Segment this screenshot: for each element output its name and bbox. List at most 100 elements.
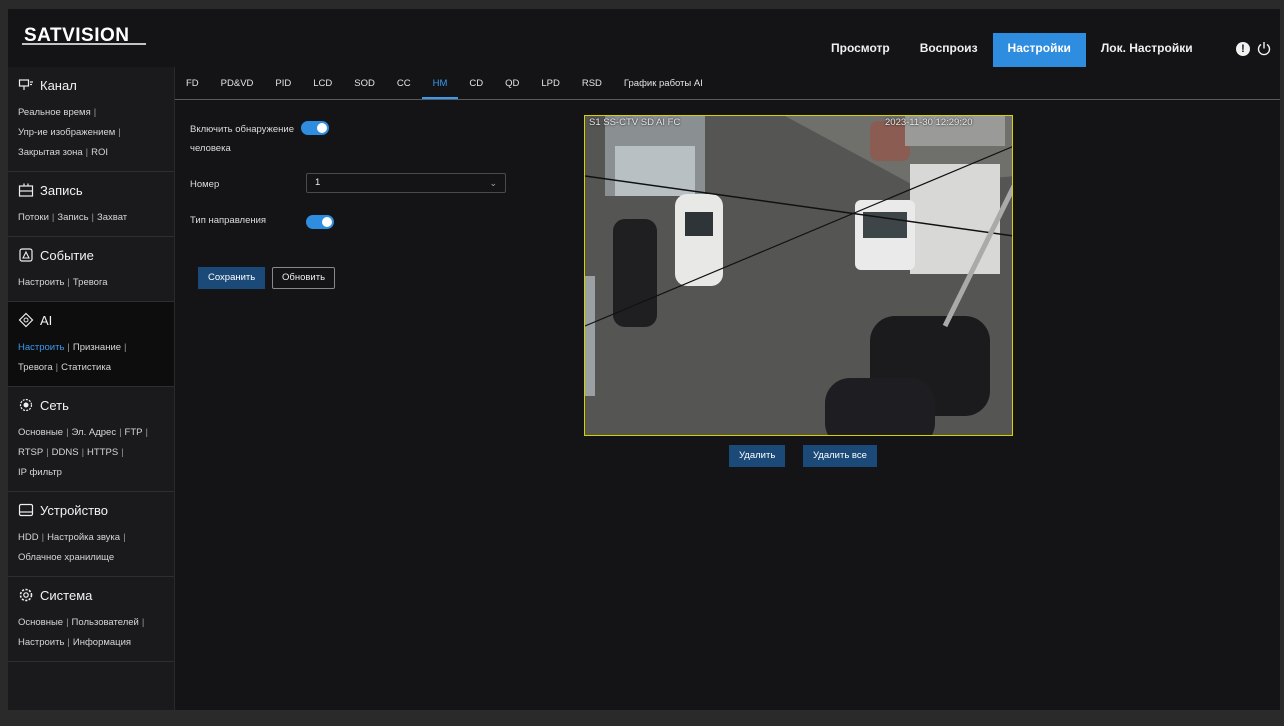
sidebar-links-ai: Настроить | Признание | Тревога | Статистика bbox=[18, 342, 127, 373]
top-nav: Просмотр Воспроиз Настройки Лок. Настрой… bbox=[816, 33, 1208, 67]
chevron-down-icon: ⌄ bbox=[489, 178, 497, 188]
link-sys-setup[interactable]: Настроить bbox=[18, 637, 64, 648]
direction-type-toggle[interactable] bbox=[306, 215, 334, 229]
link-ai-setup[interactable]: Настроить bbox=[18, 342, 64, 353]
tab-rsd[interactable]: RSD bbox=[571, 73, 613, 99]
sidebar-links-event: Настроить | Тревога bbox=[18, 277, 108, 288]
sidebar-section-network: Сеть Основные | Эл. Адрес | FTP | RTSP | DDNS | H… bbox=[8, 387, 174, 492]
delete-button[interactable]: Удалить bbox=[729, 445, 786, 467]
sidebar-section-ai: AI Настроить | Признание | Тревога | Статисти… bbox=[8, 302, 174, 387]
sidebar-links-channel: Реальное время | Упр-ие изображением | Зак… bbox=[18, 107, 121, 158]
logo: SATVISION bbox=[22, 22, 146, 46]
sidebar-links-record: Потоки | Запись | Захват bbox=[18, 212, 128, 223]
link-event-setup[interactable]: Настроить bbox=[18, 277, 64, 288]
sidebar-section-channel: Канал Реальное время | Упр-ие изображение… bbox=[8, 67, 174, 172]
link-image-control[interactable]: Упр-ие изображением bbox=[18, 127, 115, 138]
sidebar-links-system: Основные | Пользователей | Настроить | Информ… bbox=[18, 617, 145, 648]
sidebar-heading-device[interactable]: Устройство bbox=[8, 492, 174, 528]
sidebar-heading-ai[interactable]: AI bbox=[8, 302, 174, 338]
tab-sod[interactable]: SOD bbox=[343, 73, 386, 99]
number-label: Номер bbox=[190, 179, 220, 190]
refresh-button[interactable]: Обновить bbox=[272, 267, 336, 289]
sidebar-heading-event[interactable]: Событие bbox=[8, 237, 174, 273]
enable-detection-toggle[interactable] bbox=[301, 120, 330, 135]
ai-tabs: FD PD&VD PID LCD SOD CC HM CD QD LPD RSD… bbox=[175, 73, 1280, 100]
link-sys-basic[interactable]: Основные bbox=[18, 617, 63, 628]
tab-cd[interactable]: CD bbox=[458, 73, 494, 99]
sidebar: Канал Реальное время | Упр-ие изображение… bbox=[8, 67, 175, 710]
satvision-logo: SATVISION bbox=[22, 25, 146, 46]
sidebar-heading-network[interactable]: Сеть bbox=[8, 387, 174, 423]
tab-hm[interactable]: HM bbox=[421, 73, 459, 99]
tab-pid[interactable]: PID bbox=[264, 73, 302, 99]
link-capture[interactable]: Захват bbox=[97, 212, 127, 223]
network-icon bbox=[19, 398, 33, 412]
osd-channel-label: S1 SS-CTV SD AI FC bbox=[589, 117, 681, 128]
tab-qd[interactable]: QD bbox=[494, 73, 530, 99]
link-ai-recognition[interactable]: Признание bbox=[73, 342, 121, 353]
sidebar-heading-system[interactable]: Система bbox=[8, 577, 174, 613]
system-icon bbox=[19, 588, 33, 602]
app-window: SATVISION Просмотр Воспроиз Настройки Ло… bbox=[8, 9, 1280, 710]
link-https[interactable]: HTTPS bbox=[87, 447, 118, 458]
link-net-basic[interactable]: Основные bbox=[18, 427, 63, 438]
tab-pdvd[interactable]: PD&VD bbox=[210, 73, 265, 99]
header-icons: ! bbox=[1236, 41, 1272, 57]
link-ai-statistics[interactable]: Статистика bbox=[61, 362, 111, 373]
link-realtime[interactable]: Реальное время bbox=[18, 107, 91, 118]
sidebar-heading-channel[interactable]: Канал bbox=[8, 67, 174, 103]
link-privacy-zone[interactable]: Закрытая зона bbox=[18, 147, 83, 158]
channel-icon bbox=[18, 79, 33, 90]
number-select[interactable]: 1 ⌄ bbox=[306, 173, 506, 193]
sidebar-links-network: Основные | Эл. Адрес | FTP | RTSP | DDNS | HTTPS |… bbox=[18, 427, 148, 478]
link-ddns[interactable]: DDNS bbox=[52, 447, 79, 458]
nav-preview[interactable]: Просмотр bbox=[816, 33, 905, 67]
link-hdd[interactable]: HDD bbox=[18, 532, 39, 543]
sidebar-title-channel: Канал bbox=[40, 77, 77, 93]
link-ip-filter[interactable]: IP фильтр bbox=[18, 467, 62, 478]
tab-lpd[interactable]: LPD bbox=[530, 73, 570, 99]
link-streams[interactable]: Потоки bbox=[18, 212, 49, 223]
link-ai-alarm[interactable]: Тревога bbox=[18, 362, 53, 373]
tab-cc[interactable]: CC bbox=[386, 73, 422, 99]
link-email[interactable]: Эл. Адрес bbox=[72, 427, 117, 438]
sidebar-heading-record[interactable]: Запись bbox=[8, 172, 174, 208]
alert-icon[interactable]: ! bbox=[1236, 42, 1250, 56]
tab-lcd[interactable]: LCD bbox=[302, 73, 343, 99]
nav-playback[interactable]: Воспроиз bbox=[905, 33, 993, 67]
sidebar-section-system: Система Основные | Пользователей | Настроит… bbox=[8, 577, 174, 662]
sidebar-section-record: Запись Потоки | Запись | Захват bbox=[8, 172, 174, 237]
record-icon bbox=[18, 183, 34, 197]
link-ftp[interactable]: FTP bbox=[125, 427, 143, 438]
camera-scene bbox=[585, 116, 1012, 435]
link-recording[interactable]: Запись bbox=[57, 212, 88, 223]
sidebar-section-device: Устройство HDD | Настройка звука | Облачное… bbox=[8, 492, 174, 577]
save-button[interactable]: Сохранить bbox=[198, 267, 266, 289]
logo-text: SATVISION bbox=[24, 25, 130, 46]
link-information[interactable]: Информация bbox=[73, 637, 131, 648]
direction-type-label: Тип направления bbox=[190, 215, 267, 226]
osd-timestamp: 2023-11-30 12:29:20 bbox=[885, 117, 973, 128]
device-icon bbox=[18, 503, 34, 517]
nav-settings[interactable]: Настройки bbox=[992, 33, 1086, 67]
sidebar-title-device: Устройство bbox=[40, 502, 109, 518]
sidebar-title-event: Событие bbox=[40, 247, 94, 263]
number-select-value: 1 bbox=[315, 177, 321, 188]
main-content: FD PD&VD PID LCD SOD CC HM CD QD LPD RSD… bbox=[175, 67, 1280, 710]
sidebar-title-record: Запись bbox=[40, 182, 83, 198]
delete-all-button[interactable]: Удалить все bbox=[803, 445, 877, 467]
link-roi[interactable]: ROI bbox=[91, 147, 108, 158]
nav-local-settings[interactable]: Лок. Настройки bbox=[1086, 33, 1208, 67]
link-rtsp[interactable]: RTSP bbox=[18, 447, 43, 458]
power-icon[interactable] bbox=[1256, 41, 1272, 57]
link-event-alarm[interactable]: Тревога bbox=[73, 277, 108, 288]
tab-ai-schedule[interactable]: График работы AI bbox=[613, 73, 714, 99]
camera-preview[interactable]: S1 SS-CTV SD AI FC 2023-11-30 12:29:20 bbox=[584, 115, 1013, 436]
link-audio-settings[interactable]: Настройка звука bbox=[47, 532, 120, 543]
link-users[interactable]: Пользователей bbox=[72, 617, 139, 628]
event-icon bbox=[19, 248, 33, 262]
sidebar-title-system: Система bbox=[40, 587, 93, 603]
link-cloud-storage[interactable]: Облачное хранилище bbox=[18, 552, 114, 563]
enable-detection-label-line2: человека bbox=[190, 143, 231, 154]
tab-fd[interactable]: FD bbox=[175, 73, 210, 99]
